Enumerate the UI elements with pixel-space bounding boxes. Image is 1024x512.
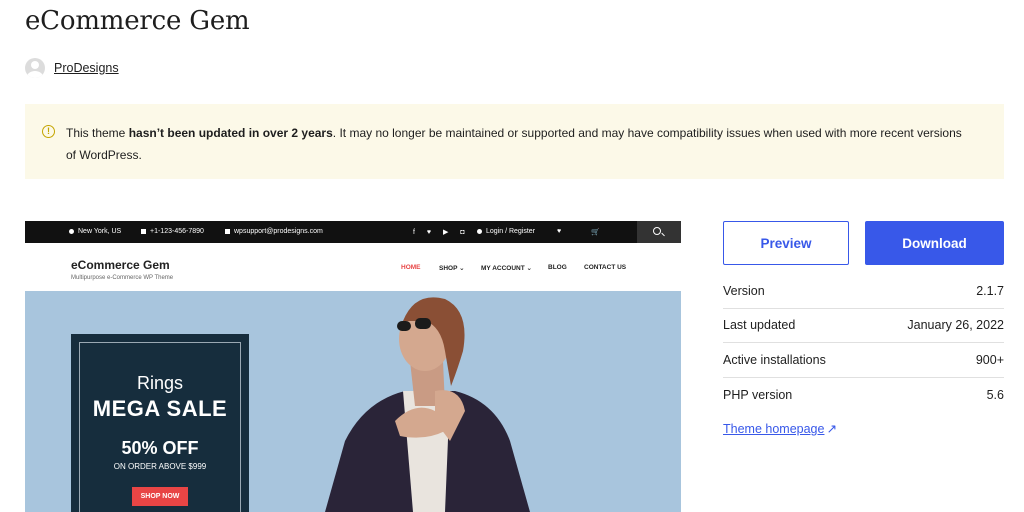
theme-meta: Version 2.1.7 Last updated January 26, 2… [723,274,1004,412]
promo-rings: Rings [136,373,184,393]
meta-label: Version [723,283,765,298]
author: ProDesigns [25,58,119,78]
preview-header: eCommerce Gem Multipurpose e-Commerce WP… [25,243,681,292]
meta-row-installations: Active installations 900+ [723,343,1004,378]
meta-label: Active installations [723,352,826,367]
preview-tagline: Multipurpose e-Commerce WP Theme [71,275,174,281]
promo-off: 50% OFF [121,438,199,458]
preview-email: wpsupport@prodesigns.com [234,228,323,235]
preview-search-icon [637,221,681,243]
preview-nav-home: HOME [401,264,421,271]
preview-site-title: eCommerce Gem [71,258,170,272]
notice-text-start: This theme [66,126,129,140]
external-link-icon: ↗ [826,422,837,436]
preview-nav-blog: BLOG [548,264,567,271]
theme-screenshot: New York, US +1-123-456-7890 wpsupport@p… [25,221,681,512]
promo-order: ON ORDER ABOVE $999 [113,462,207,471]
preview-hero: Rings MEGA SALE 50% OFF ON ORDER ABOVE $… [25,291,681,512]
download-button[interactable]: Download [865,221,1004,265]
theme-homepage-label: Theme homepage [723,422,825,436]
preview-button[interactable]: Preview [723,221,849,265]
preview-topbar: New York, US +1-123-456-7890 wpsupport@p… [25,221,681,243]
promo-banner: Rings MEGA SALE 50% OFF ON ORDER ABOVE $… [71,334,249,512]
theme-title: eCommerce Gem [25,6,250,36]
meta-row-version: Version 2.1.7 [723,274,1004,309]
promo-sale: MEGA SALE [92,396,228,421]
user-icon [477,228,482,234]
author-avatar [25,58,45,78]
meta-value: 2.1.7 [976,283,1004,298]
meta-row-php: PHP version 5.6 [723,378,1004,413]
meta-value: January 26, 2022 [907,318,1004,333]
wishlist-icon: ♥ [557,228,562,235]
mail-icon [225,228,230,234]
meta-value: 5.6 [986,387,1004,402]
meta-label: PHP version [723,387,793,402]
promo-shop-button: SHOP NOW [131,487,189,506]
meta-label: Last updated [723,318,796,333]
meta-value: 900+ [975,352,1004,367]
outdated-notice: ! This theme hasn’t been updated in over… [25,104,1004,179]
hero-model-image [325,297,530,512]
preview-nav-contact: CONTACT US [584,264,627,271]
author-link[interactable]: ProDesigns [54,61,119,75]
preview-location: New York, US [78,228,122,235]
warning-circle-icon: ! [42,125,55,138]
notice-text-strong: hasn’t been updated in over 2 years [128,126,333,140]
preview-account: Login / Register [486,228,536,235]
preview-nav-account: MY ACCOUNT ⌄ [481,265,532,272]
cart-icon: 🛒 [591,229,600,236]
meta-row-last-updated: Last updated January 26, 2022 [723,309,1004,343]
theme-homepage-link[interactable]: Theme homepage ↗ [723,421,837,436]
preview-phone: +1-123-456-7890 [150,228,204,235]
phone-icon [141,228,146,234]
location-icon [69,228,74,234]
social-icons: f ♥ ▶ ◘ [413,229,470,236]
preview-nav-shop: SHOP ⌄ [439,265,465,272]
